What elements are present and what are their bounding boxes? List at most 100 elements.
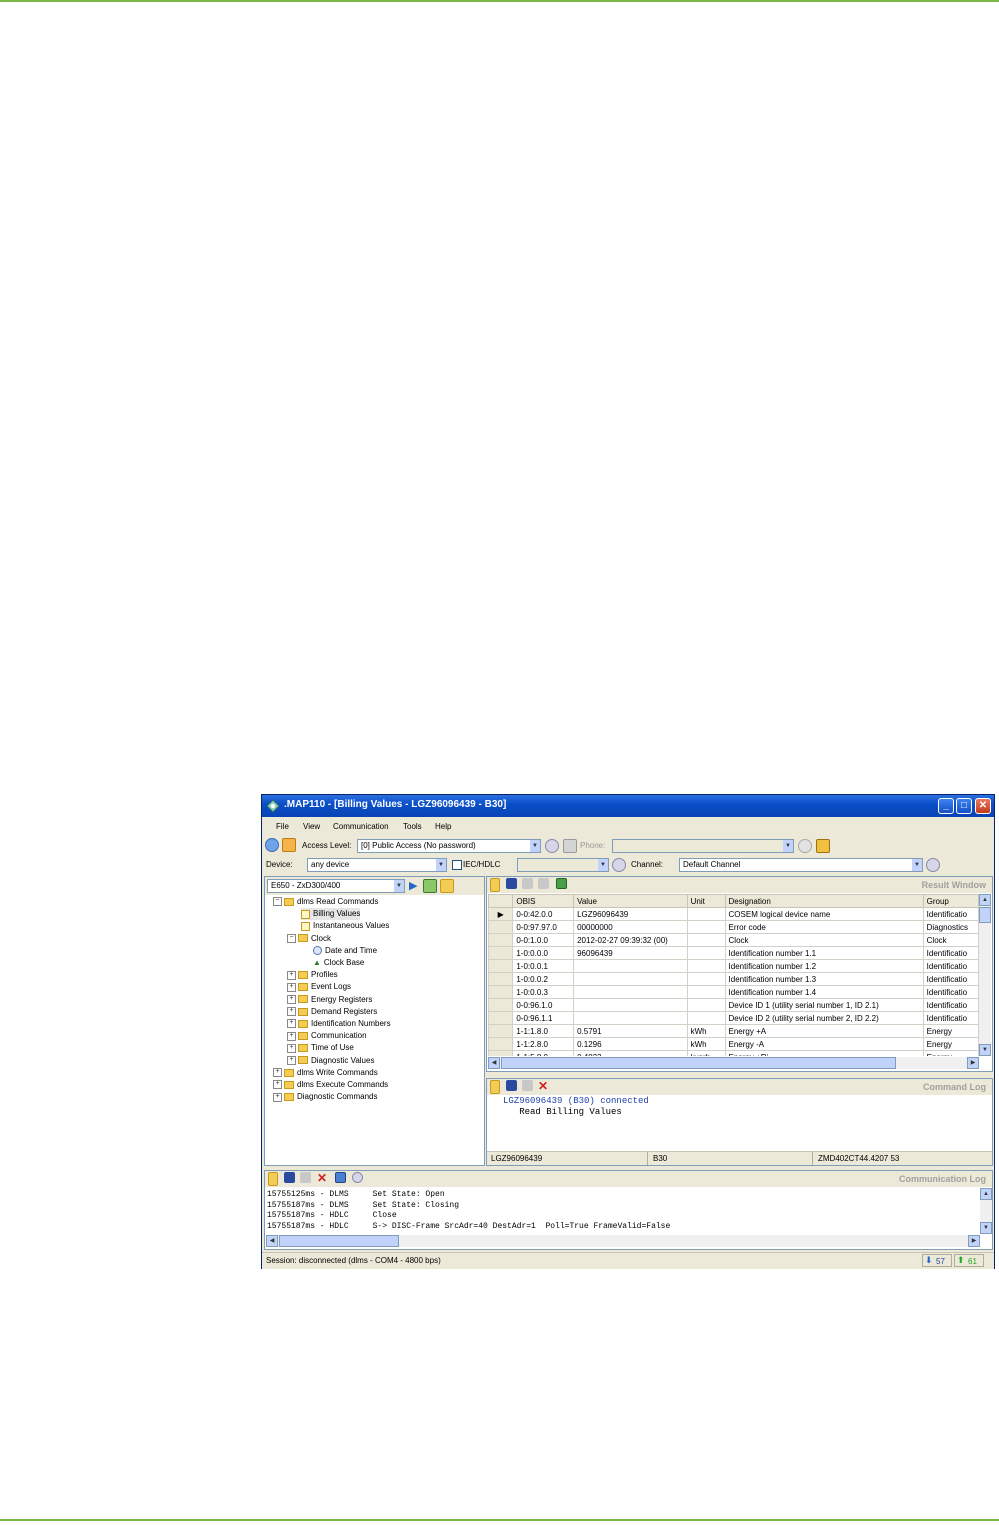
table-row[interactable]: 1-1:5.8.00.4823kvarhEnergy +RiEnergy: [488, 1050, 979, 1056]
scroll-down-icon[interactable]: ▼: [979, 1044, 991, 1056]
column-header-value[interactable]: Value: [573, 894, 688, 908]
copy-icon[interactable]: [522, 1080, 533, 1091]
expand-icon[interactable]: +: [287, 994, 296, 1004]
row-header[interactable]: [488, 1050, 514, 1056]
expand-icon[interactable]: +: [287, 982, 296, 992]
phone-select[interactable]: ▼: [612, 839, 794, 853]
row-header[interactable]: [488, 933, 514, 947]
expand-icon[interactable]: +: [287, 970, 296, 980]
tree-item[interactable]: + Energy Registers: [287, 994, 372, 1006]
tree-item[interactable]: + Identification Numbers: [287, 1018, 391, 1030]
scroll-thumb[interactable]: [501, 1057, 896, 1069]
device-type-select[interactable]: E650 - ZxD300/400 ▼: [267, 879, 405, 893]
table-row[interactable]: 1-0:0.0.3 Identification number 1.4 Identi…: [488, 985, 979, 999]
expand-icon[interactable]: +: [273, 1092, 282, 1102]
table-row[interactable]: 1-1:1.8.0 0.5791 kWh Energy +A Energy: [488, 1024, 979, 1038]
phone-icon[interactable]: [563, 839, 577, 853]
result-vertical-scrollbar[interactable]: ▲ ▼: [979, 894, 991, 1056]
globe-icon[interactable]: [265, 838, 279, 852]
close-button[interactable]: ✕: [975, 798, 991, 814]
row-header[interactable]: [488, 920, 514, 934]
expand-icon[interactable]: +: [287, 1007, 296, 1017]
folder-icon[interactable]: [440, 879, 454, 893]
maximize-button[interactable]: □: [956, 798, 972, 814]
collapse-icon[interactable]: −: [287, 933, 296, 943]
tree-item[interactable]: ▲ Clock Base: [313, 957, 364, 969]
row-header[interactable]: [488, 959, 514, 973]
scroll-right-icon[interactable]: ▶: [968, 1235, 980, 1247]
row-header[interactable]: [488, 998, 514, 1012]
row-header[interactable]: [488, 1024, 514, 1038]
scroll-right-icon[interactable]: ▶: [967, 1057, 979, 1069]
device-select[interactable]: any device ▼: [307, 858, 447, 872]
column-header-group[interactable]: Group: [922, 894, 979, 908]
copy-icon[interactable]: [300, 1172, 311, 1183]
table-row[interactable]: 0-0:96.1.0 Device ID 1 (utility serial nu…: [488, 998, 979, 1012]
menu-file[interactable]: File: [276, 822, 289, 831]
menu-communication[interactable]: Communication: [333, 822, 389, 831]
save-icon[interactable]: [506, 1080, 517, 1091]
refresh-icon[interactable]: [423, 879, 437, 893]
result-horizontal-scrollbar[interactable]: ◀ ▶: [488, 1057, 979, 1069]
table-row[interactable]: 0-0:97.97.0 00000000 Error code Diagnostics: [488, 920, 979, 934]
gear-icon[interactable]: [545, 839, 559, 853]
expand-icon[interactable]: +: [287, 1043, 296, 1053]
menu-view[interactable]: View: [303, 822, 320, 831]
tree-item[interactable]: + Time of Use: [287, 1042, 354, 1054]
table-row[interactable]: 1-0:0.0.2 Identification number 1.3 Identi…: [488, 972, 979, 986]
title-bar[interactable]: .MAP110 - [Billing Values - LGZ96096439 …: [262, 795, 994, 817]
delete-icon[interactable]: ✕: [538, 1079, 548, 1093]
comm-horizontal-scrollbar[interactable]: ◀ ▶: [266, 1235, 980, 1247]
tree-item[interactable]: + Profiles: [287, 969, 338, 981]
table-row[interactable]: 1-0:0.0.0 96096439 Identification number 1…: [488, 946, 979, 960]
delete-icon[interactable]: ✕: [317, 1171, 327, 1185]
tree-item[interactable]: + Event Logs: [287, 981, 351, 993]
row-header[interactable]: [488, 946, 514, 960]
phonebook-icon[interactable]: [816, 839, 830, 853]
comm-vertical-scrollbar[interactable]: ▲ ▼: [980, 1188, 992, 1234]
scroll-up-icon[interactable]: ▲: [979, 894, 991, 906]
tree-item[interactable]: + Diagnostic Commands: [273, 1091, 377, 1103]
tree-item[interactable]: Date and Time: [313, 945, 377, 957]
column-header-designation[interactable]: Designation: [724, 894, 924, 908]
iec-hdlc-select[interactable]: ▼: [517, 858, 609, 872]
table-row[interactable]: 1-1:2.8.0 0.1296 kWh Energy -A Energy: [488, 1037, 979, 1051]
tree-item[interactable]: + dlms Execute Commands: [273, 1079, 388, 1091]
tree-item[interactable]: − Clock: [287, 933, 331, 945]
tree-item[interactable]: + Communication: [287, 1030, 367, 1042]
gear-icon[interactable]: [612, 858, 626, 872]
filter-icon[interactable]: [335, 1172, 346, 1183]
table-row[interactable]: 0-0:96.1.1 Device ID 2 (utility serial nu…: [488, 1011, 979, 1025]
tree-item[interactable]: Billing Values: [301, 908, 361, 921]
gear-icon[interactable]: [926, 858, 940, 872]
scroll-thumb[interactable]: [279, 1235, 399, 1247]
collapse-icon[interactable]: −: [273, 897, 282, 907]
expand-icon[interactable]: +: [273, 1080, 282, 1090]
open-icon[interactable]: [490, 1080, 500, 1094]
table-row[interactable]: 1-0:0.0.1 Identification number 1.2 Identi…: [488, 959, 979, 973]
save-icon[interactable]: [284, 1172, 295, 1183]
row-header[interactable]: [488, 972, 514, 986]
scroll-down-icon[interactable]: ▼: [980, 1222, 992, 1234]
tree-item[interactable]: + Diagnostic Values: [287, 1055, 374, 1067]
play-icon[interactable]: ▶: [409, 879, 417, 892]
print-icon[interactable]: [538, 878, 549, 889]
key-icon[interactable]: [282, 838, 296, 852]
expand-icon[interactable]: +: [287, 1031, 296, 1041]
open-icon[interactable]: [490, 878, 500, 892]
channel-select[interactable]: Default Channel ▼: [679, 858, 923, 872]
row-header[interactable]: ▶: [488, 907, 514, 921]
gear-icon[interactable]: [352, 1172, 363, 1183]
tree-item[interactable]: − dlms Read Commands: [273, 896, 378, 908]
open-icon[interactable]: [268, 1172, 278, 1186]
row-header[interactable]: [488, 985, 514, 999]
table-row[interactable]: 0-0:1.0.0 2012-02-27 09:39:32 (00) Clock Cl…: [488, 933, 979, 947]
scroll-left-icon[interactable]: ◀: [266, 1235, 278, 1247]
tree-item[interactable]: Instantaneous Values: [301, 920, 389, 932]
excel-icon[interactable]: [556, 878, 567, 889]
menu-help[interactable]: Help: [435, 822, 451, 831]
tree-item[interactable]: + Demand Registers: [287, 1006, 377, 1018]
dial-settings-icon[interactable]: [798, 839, 812, 853]
column-header-unit[interactable]: Unit: [686, 894, 726, 908]
row-header[interactable]: [488, 1011, 514, 1025]
